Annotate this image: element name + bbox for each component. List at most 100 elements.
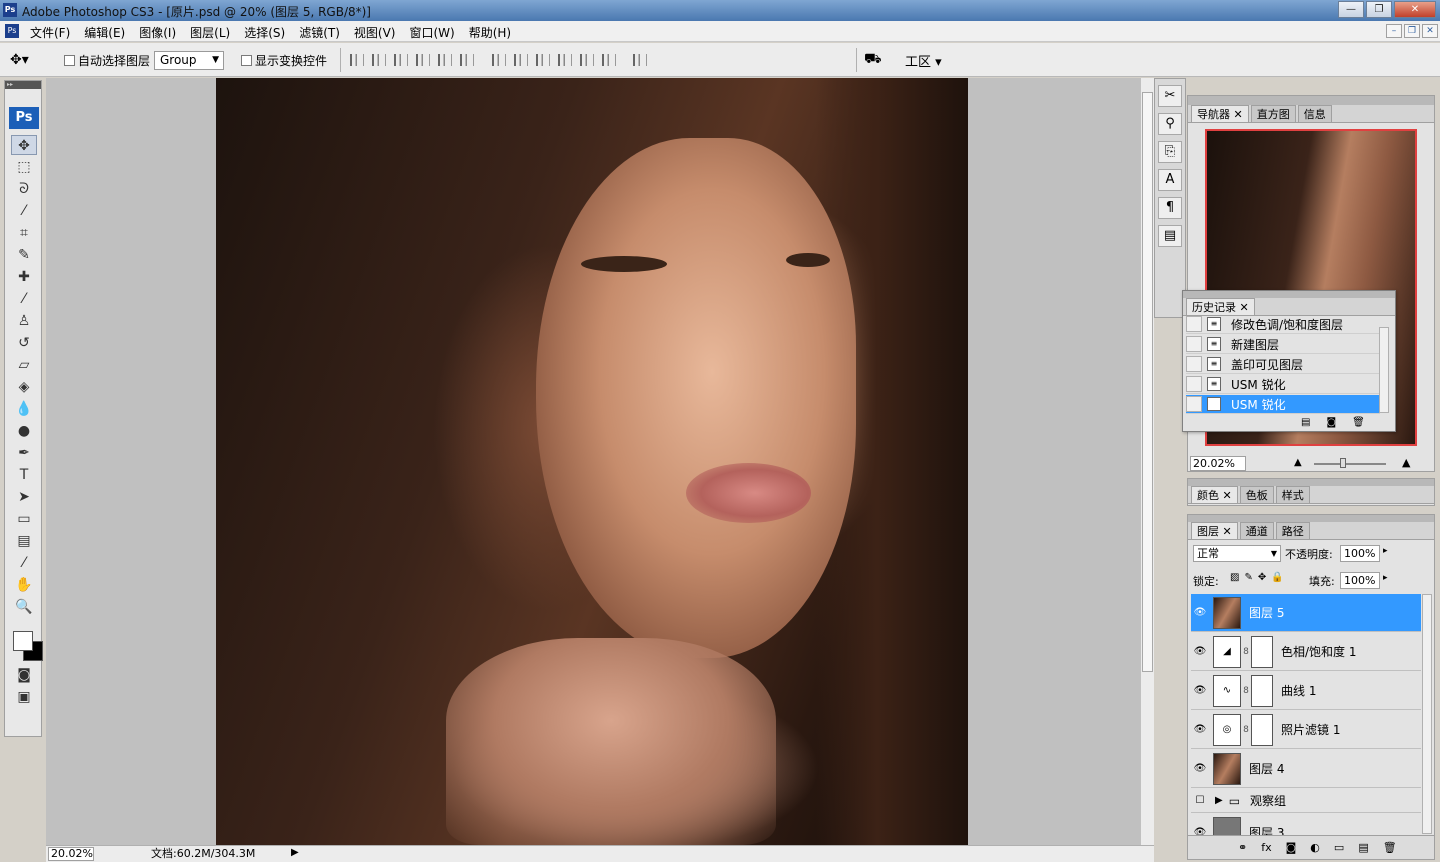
menu-view[interactable]: 视图(V) [354, 24, 396, 41]
move-tool-preset-icon[interactable]: ✥▾ [10, 49, 50, 71]
checkbox-box[interactable] [241, 55, 252, 66]
tab-navigator[interactable]: 导航器 ✕ [1191, 105, 1249, 122]
history-item[interactable]: ≡ 修改色调/饱和度图层 [1186, 315, 1380, 334]
workspace-menu[interactable]: 工区 ▾ [905, 51, 942, 70]
eye-icon[interactable]: 👁 [1191, 763, 1209, 774]
history-item[interactable]: ≡ USM 锐化 [1186, 375, 1380, 394]
new-snapshot-icon[interactable]: ◙ [1326, 417, 1336, 428]
crop-tool-icon[interactable]: ⌗ [11, 223, 37, 243]
eye-icon[interactable]: 👁 [1191, 685, 1209, 696]
marquee-tool-icon[interactable]: ⬚ [11, 157, 37, 177]
minimize-button[interactable]: — [1338, 1, 1364, 18]
notes-tool-icon[interactable]: ▤ [11, 531, 37, 551]
document-image[interactable] [216, 78, 968, 845]
distribute-vcenter-icon[interactable] [514, 54, 528, 66]
link-layers-icon[interactable]: ⚭ [1238, 841, 1247, 854]
layers-scrollbar[interactable] [1422, 594, 1432, 834]
eyedropper-tool-icon[interactable]: ⁄ [11, 553, 37, 573]
layer-row[interactable]: 👁 ◢ 8 色相/饱和度 1 [1191, 633, 1421, 671]
path-selection-tool-icon[interactable]: ➤ [11, 487, 37, 507]
tab-channels[interactable]: 通道 [1239, 522, 1274, 539]
zoom-slider-knob[interactable] [1340, 458, 1346, 468]
magic-wand-tool-icon[interactable]: ⁄ [11, 201, 37, 221]
quick-mask-icon[interactable]: ◙ [11, 665, 37, 685]
paragraph-icon[interactable]: ¶ [1158, 197, 1182, 219]
auto-select-dropdown[interactable]: Group ▼ [154, 51, 224, 70]
new-layer-icon[interactable]: ▤ [1358, 841, 1368, 854]
menu-file[interactable]: 文件(F) [30, 24, 70, 41]
tab-info[interactable]: 信息 [1297, 105, 1332, 122]
new-adjustment-layer-icon[interactable]: ◐ [1310, 841, 1320, 854]
align-hcenter-icon[interactable] [438, 54, 452, 66]
snapshot-box[interactable] [1186, 316, 1202, 332]
close-button[interactable]: ✕ [1394, 1, 1436, 18]
tab-styles[interactable]: 样式 [1275, 486, 1310, 503]
checkbox-box[interactable] [64, 55, 75, 66]
menu-help[interactable]: 帮助(H) [469, 24, 511, 41]
opacity-field[interactable]: 100% [1340, 545, 1380, 562]
align-vcenter-icon[interactable] [372, 54, 386, 66]
eye-icon[interactable]: 👁 [1191, 607, 1209, 618]
lock-all-icon[interactable]: 🔒 [1271, 572, 1283, 583]
layer-row[interactable]: 👁 ◎ 8 照片滤镜 1 [1191, 711, 1421, 749]
history-item-selected[interactable]: ≡ USM 锐化 [1186, 395, 1380, 414]
align-bottom-icon[interactable] [394, 54, 408, 66]
doc-restore-button[interactable]: ❐ [1404, 24, 1420, 38]
history-scrollbar[interactable] [1379, 327, 1389, 413]
type-tool-icon[interactable]: T [11, 465, 37, 485]
brushes-icon[interactable]: ⚲ [1158, 113, 1182, 135]
distribute-top-icon[interactable] [492, 54, 506, 66]
history-item[interactable]: ≡ 盖印可见图层 [1186, 355, 1380, 374]
doc-minimize-button[interactable]: – [1386, 24, 1402, 38]
snapshot-box[interactable] [1186, 356, 1202, 372]
distribute-right-icon[interactable] [602, 54, 616, 66]
slice-tool-icon[interactable]: ✎ [11, 245, 37, 265]
show-transform-checkbox[interactable]: 显示变换控件 [241, 52, 327, 69]
shape-tool-icon[interactable]: ▭ [11, 509, 37, 529]
menu-select[interactable]: 选择(S) [244, 24, 285, 41]
navigator-zoom-field[interactable]: 20.02% [1190, 456, 1246, 471]
delete-layer-icon[interactable]: 🗑 [1383, 841, 1397, 854]
vertical-scrollbar[interactable] [1140, 78, 1154, 845]
pen-tool-icon[interactable]: ✒ [11, 443, 37, 463]
new-group-icon[interactable]: ▭ [1334, 841, 1344, 854]
snapshot-box[interactable] [1186, 336, 1202, 352]
distribute-bottom-icon[interactable] [536, 54, 550, 66]
auto-select-checkbox[interactable]: 自动选择图层 [64, 52, 150, 69]
screen-mode-icon[interactable]: ▣ [11, 687, 37, 707]
scrollbar-thumb[interactable] [1142, 92, 1153, 672]
eye-icon[interactable]: 👁 [1191, 646, 1209, 657]
blur-tool-icon[interactable]: 💧 [11, 399, 37, 419]
tab-history[interactable]: 历史记录 ✕ [1186, 298, 1255, 315]
paint-bucket-tool-icon[interactable]: ◈ [11, 377, 37, 397]
menu-window[interactable]: 窗口(W) [409, 24, 454, 41]
tab-paths[interactable]: 路径 [1275, 522, 1310, 539]
hand-tool-icon[interactable]: ✋ [11, 575, 37, 595]
clone-source-icon[interactable]: ⎘ [1158, 141, 1182, 163]
menu-layer[interactable]: 图层(L) [190, 24, 230, 41]
eye-icon[interactable]: 👁 [1191, 724, 1209, 735]
zoom-tool-icon[interactable]: 🔍 [11, 597, 37, 617]
fill-field[interactable]: 100% [1340, 572, 1380, 589]
status-menu-arrow-icon[interactable]: ▶ [291, 847, 299, 858]
layer-row[interactable]: 👁 ∿ 8 曲线 1 [1191, 672, 1421, 710]
opacity-slider-arrow-icon[interactable]: ▸ [1383, 546, 1388, 556]
delete-state-icon[interactable]: 🗑 [1352, 417, 1365, 428]
clone-stamp-tool-icon[interactable]: ♙ [11, 311, 37, 331]
auto-align-icon[interactable] [633, 54, 647, 66]
lock-transparent-icon[interactable]: ▨ [1230, 572, 1239, 583]
healing-brush-tool-icon[interactable]: ✚ [11, 267, 37, 287]
lock-image-icon[interactable]: ✎ [1244, 572, 1252, 583]
eye-hidden-box[interactable]: ☐ [1191, 795, 1209, 806]
layer-comps-icon[interactable]: ▤ [1158, 225, 1182, 247]
tab-histogram[interactable]: 直方图 [1250, 105, 1296, 122]
snapshot-box[interactable] [1186, 376, 1202, 392]
tab-swatches[interactable]: 色板 [1239, 486, 1274, 503]
history-item[interactable]: ≡ 新建图层 [1186, 335, 1380, 354]
align-top-icon[interactable] [350, 54, 364, 66]
zoom-field[interactable]: 20.02% [48, 847, 94, 861]
dodge-tool-icon[interactable]: ● [11, 421, 37, 441]
bridge-icon[interactable]: ⛟ [864, 51, 886, 69]
tab-layers[interactable]: 图层 ✕ [1191, 522, 1238, 539]
layer-style-icon[interactable]: fx [1261, 841, 1271, 854]
